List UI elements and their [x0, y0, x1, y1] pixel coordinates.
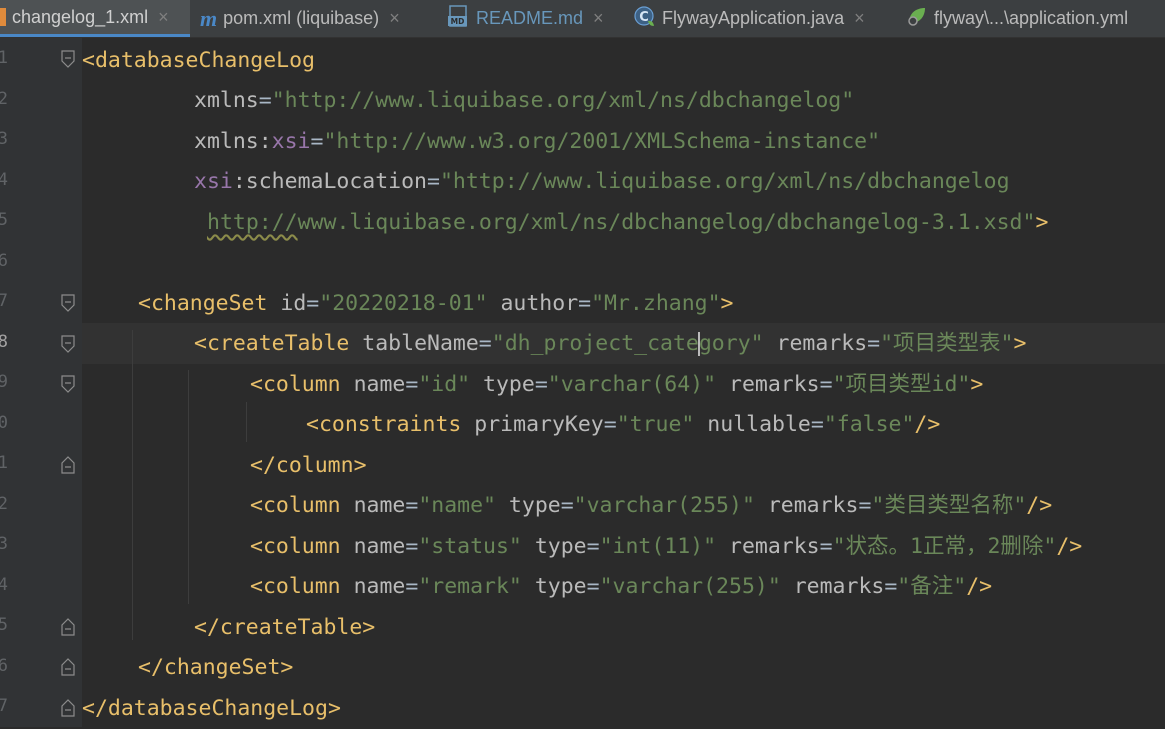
- code-line: <constraints primaryKey="true" nullable=…: [306, 412, 941, 437]
- tab-label: pom.xml (liquibase): [223, 8, 380, 28]
- tab-label: FlywayApplication.java: [662, 8, 845, 28]
- tab-readme-md[interactable]: MD README.md ×: [448, 0, 604, 37]
- tab-label: README.md: [476, 8, 584, 28]
- svg-text:C: C: [639, 10, 649, 25]
- xml-file-icon: [0, 8, 6, 26]
- fold-open-icon[interactable]: [61, 294, 75, 312]
- tab-application-yml[interactable]: flyway\...\application.yml: [906, 0, 1128, 37]
- fold-open-icon[interactable]: [61, 335, 75, 353]
- fold-open-icon[interactable]: [61, 50, 75, 68]
- indent-guide: [188, 370, 189, 604]
- line-number: 4: [0, 170, 8, 190]
- spring-leaf-icon: [906, 5, 928, 32]
- code-line: <column name="id" type="varchar(64)" rem…: [250, 372, 984, 397]
- indent-guide: [132, 330, 133, 640]
- indent-guide: [246, 402, 247, 442]
- code-line: http://www.liquibase.org/xml/ns/dbchange…: [207, 210, 1049, 235]
- markdown-icon: MD: [448, 5, 470, 32]
- line-number: 1: [0, 48, 8, 68]
- line-number-gutter: 1 2 3 4 5 6 7 8 9 0 1 2 3 4 5 6 7: [0, 38, 82, 727]
- line-number: 3: [0, 534, 8, 554]
- editor-tab-bar: changelog_1.xml × m pom.xml (liquibase) …: [0, 0, 1165, 38]
- line-number: 2: [0, 89, 8, 109]
- maven-icon: m: [200, 5, 218, 31]
- close-icon[interactable]: ×: [158, 7, 169, 28]
- code-editor[interactable]: <databaseChangeLog xmlns="http://www.liq…: [82, 38, 1165, 727]
- fold-open-icon[interactable]: [61, 375, 75, 393]
- tab-label: flyway\...\application.yml: [934, 8, 1129, 28]
- code-line: <changeSet id="20220218-01" author="Mr.z…: [138, 291, 734, 316]
- fold-close-icon[interactable]: [61, 658, 75, 676]
- close-icon[interactable]: ×: [593, 8, 604, 29]
- line-number: 8: [0, 332, 8, 352]
- line-number: 5: [0, 210, 8, 230]
- line-number: 6: [0, 656, 8, 676]
- fold-close-icon[interactable]: [61, 618, 75, 636]
- line-number: 9: [0, 372, 8, 392]
- code-line: </databaseChangeLog>: [82, 696, 341, 721]
- line-number: 5: [0, 615, 8, 635]
- fold-close-icon[interactable]: [61, 699, 75, 717]
- spring-class-icon: C: [634, 5, 656, 32]
- code-line: <databaseChangeLog: [82, 48, 316, 73]
- close-icon[interactable]: ×: [389, 8, 400, 29]
- code-line: <column name="status" type="int(11)" rem…: [250, 534, 1083, 559]
- line-number: 4: [0, 575, 8, 595]
- fold-close-icon[interactable]: [61, 456, 75, 474]
- code-line: <column name="name" type="varchar(255)" …: [250, 493, 1053, 518]
- line-number: 7: [0, 696, 8, 716]
- close-icon[interactable]: ×: [854, 8, 865, 29]
- tab-flyway-application-java[interactable]: C FlywayApplication.java ×: [634, 0, 865, 37]
- tab-pom-xml[interactable]: m pom.xml (liquibase) ×: [200, 0, 400, 37]
- code-line: xmlns:xsi="http://www.w3.org/2001/XMLSch…: [194, 129, 881, 154]
- code-line-current: <createTable tableName="dh_project_categ…: [194, 331, 1027, 356]
- code-line: <column name="remark" type="varchar(255)…: [250, 574, 993, 599]
- code-line: </createTable>: [194, 615, 376, 640]
- line-number: 2: [0, 494, 8, 514]
- svg-text:MD: MD: [451, 17, 465, 26]
- code-line: </column>: [250, 453, 367, 478]
- code-line: xmlns="http://www.liquibase.org/xml/ns/d…: [194, 88, 855, 113]
- code-line: xsi:schemaLocation="http://www.liquibase…: [194, 169, 1010, 194]
- tab-changelog-xml[interactable]: changelog_1.xml ×: [0, 0, 190, 37]
- line-number: 3: [0, 129, 8, 149]
- tab-label: changelog_1.xml: [12, 6, 149, 27]
- code-line: </changeSet>: [138, 655, 294, 680]
- line-number: 0: [0, 413, 8, 433]
- line-number: 6: [0, 251, 8, 271]
- line-number: 7: [0, 291, 8, 311]
- line-number: 1: [0, 453, 8, 473]
